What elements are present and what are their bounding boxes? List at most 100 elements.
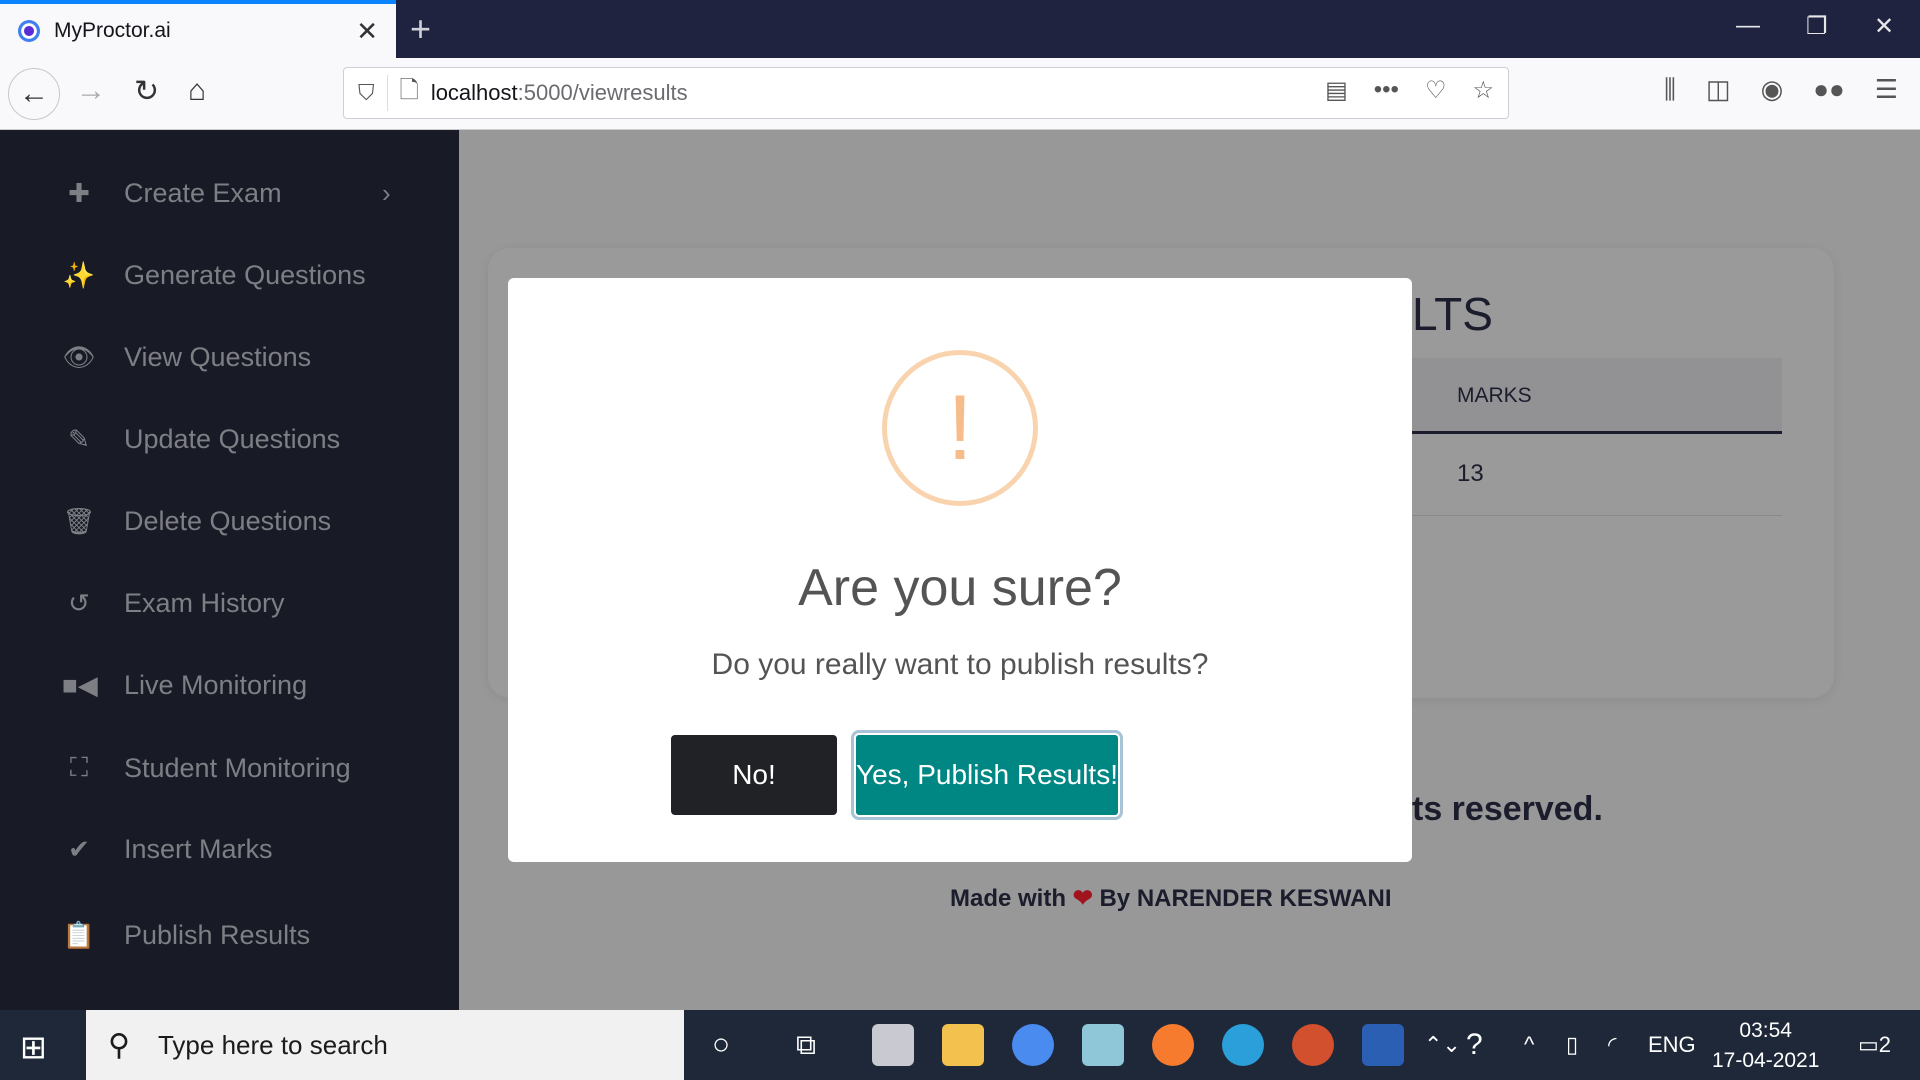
edge-icon[interactable] bbox=[1222, 1024, 1264, 1066]
eye-icon: 👁 bbox=[62, 342, 96, 372]
history-icon: ↺ bbox=[68, 588, 90, 618]
more-actions-icon[interactable]: ••• bbox=[1374, 76, 1399, 105]
sidebar-item-label: Generate Questions bbox=[124, 260, 366, 290]
windows-start-icon[interactable]: ⊞ bbox=[20, 1028, 47, 1066]
menu-icon[interactable]: ☰ bbox=[1875, 74, 1898, 106]
cortana-icon[interactable]: ○ bbox=[712, 1010, 730, 1080]
sidebar-toggle-icon[interactable]: ◫ bbox=[1706, 74, 1731, 106]
page-icon: 🗋 bbox=[399, 76, 419, 104]
new-tab-button[interactable]: + bbox=[410, 8, 431, 50]
close-tab-icon[interactable]: ✕ bbox=[356, 16, 378, 47]
spell-check-icon: ✔ bbox=[68, 834, 90, 864]
credit-prefix: Made with bbox=[950, 885, 1067, 912]
chevron-right-icon: › bbox=[382, 178, 391, 208]
microphone-icon[interactable]: ▯ bbox=[1566, 1010, 1578, 1080]
sidebar-item-generate-questions[interactable]: ✨ Generate Questions bbox=[62, 260, 366, 291]
table-header: MARKS bbox=[1412, 358, 1782, 434]
browser-tab[interactable]: MyProctor.ai ✕ bbox=[0, 0, 396, 58]
sidebar-item-exam-history[interactable]: ↺ Exam History bbox=[62, 588, 285, 619]
wifi-icon[interactable]: ◜ bbox=[1608, 1010, 1617, 1080]
notifications-icon[interactable]: ▭ 2 bbox=[1858, 1010, 1891, 1080]
taskbar-search[interactable]: ⚲ Type here to search bbox=[86, 1010, 684, 1080]
restore-icon[interactable]: ❐ bbox=[1806, 12, 1828, 41]
scroll-up-down-icon[interactable]: ⌃⌄ bbox=[1424, 1010, 1461, 1080]
search-icon: ⚲ bbox=[108, 1028, 130, 1062]
dialog-text: Do you really want to publish results? bbox=[711, 648, 1209, 681]
extension-icon[interactable]: ●● bbox=[1813, 74, 1844, 106]
reader-view-icon[interactable]: ▤ bbox=[1325, 76, 1348, 105]
firefox-icon[interactable] bbox=[1152, 1024, 1194, 1066]
sidebar-item-label: Insert Marks bbox=[124, 834, 273, 864]
toolbar-right: ⫼ ◫ ◉ ●● ☰ bbox=[1664, 74, 1920, 106]
sidebar-item-label: Update Questions bbox=[124, 424, 341, 454]
search-placeholder: Type here to search bbox=[157, 1029, 388, 1060]
footer-rights: ts reserved. bbox=[1412, 790, 1603, 828]
browser-navbar: ← → ↻ ⌂ ⛉ 🗋 localhost:5000/viewresults ▤… bbox=[0, 58, 1920, 130]
binoculars-icon: ⛶ bbox=[69, 752, 89, 782]
sidebar-item-update-questions[interactable]: ✎ Update Questions bbox=[62, 424, 340, 455]
sidebar-item-delete-questions[interactable]: 🗑 Delete Questions bbox=[62, 506, 331, 537]
snipping-tool-icon[interactable] bbox=[872, 1024, 914, 1066]
home-button[interactable]: ⌂ bbox=[188, 74, 206, 108]
library-icon[interactable]: ⫼ bbox=[1664, 74, 1676, 106]
sidebar-item-label: Student Monitoring bbox=[124, 752, 351, 783]
back-button[interactable]: ← bbox=[8, 68, 60, 120]
favicon-icon bbox=[18, 20, 40, 42]
confirm-publish-button[interactable]: Yes, Publish Results! bbox=[854, 733, 1120, 817]
url-bar[interactable]: ⛉ 🗋 localhost:5000/viewresults ▤ ••• ♡ ☆ bbox=[343, 67, 1509, 119]
warning-icon: ! bbox=[882, 350, 1038, 506]
task-view-icon[interactable]: ⧉ bbox=[796, 1010, 816, 1080]
trash-icon: 🗑 bbox=[62, 506, 96, 536]
heart-icon: ❤ bbox=[1072, 885, 1093, 912]
word-icon[interactable] bbox=[1362, 1024, 1404, 1066]
powerpoint-icon[interactable] bbox=[1292, 1024, 1334, 1066]
column-header-marks: MARKS bbox=[1457, 384, 1532, 407]
table-row: 13 bbox=[1412, 436, 1782, 516]
forward-button[interactable]: → bbox=[76, 74, 106, 108]
credit-author: By NARENDER KESWANI bbox=[1099, 885, 1392, 912]
footer-credit: Made with ❤ By NARENDER KESWANI bbox=[950, 884, 1392, 913]
sidebar-item-label: Create Exam bbox=[124, 178, 282, 208]
minimize-icon[interactable]: — bbox=[1736, 12, 1760, 40]
notification-count: 2 bbox=[1878, 1032, 1892, 1057]
account-icon[interactable]: ◉ bbox=[1761, 74, 1784, 106]
sidebar-item-label: View Questions bbox=[124, 342, 312, 372]
sidebar-item-label: Live Monitoring bbox=[124, 670, 308, 700]
language-indicator[interactable]: ENG bbox=[1648, 1010, 1696, 1080]
sidebar-item-publish-results[interactable]: 📋 Publish Results bbox=[62, 920, 310, 951]
page-title: LTS bbox=[1412, 288, 1493, 340]
show-hidden-icons[interactable]: ^ bbox=[1524, 1010, 1534, 1080]
help-icon[interactable]: ? bbox=[1466, 1010, 1483, 1080]
bookmark-star-icon[interactable]: ☆ bbox=[1472, 76, 1494, 105]
sidebar-item-student-monitoring[interactable]: ⛶ Student Monitoring bbox=[62, 752, 351, 784]
video-camera-icon: ■◀ bbox=[62, 670, 98, 700]
url-path: :5000/viewresults bbox=[517, 80, 688, 105]
sidebar-item-insert-marks[interactable]: ✔ Insert Marks bbox=[62, 834, 273, 865]
reload-button[interactable]: ↻ bbox=[134, 74, 159, 109]
sidebar-item-label: Delete Questions bbox=[124, 506, 332, 536]
sidebar-item-label: Publish Results bbox=[124, 920, 311, 950]
url-text[interactable]: localhost:5000/viewresults bbox=[431, 80, 688, 106]
close-window-icon[interactable]: ✕ bbox=[1874, 12, 1894, 41]
clock[interactable]: 03:54 17-04-2021 bbox=[1712, 1016, 1819, 1076]
chrome-icon[interactable] bbox=[1012, 1024, 1054, 1066]
sidebar-item-view-questions[interactable]: 👁 View Questions bbox=[62, 342, 311, 373]
confirm-dialog: ! Are you sure? Do you really want to pu… bbox=[508, 278, 1412, 862]
edit-icon: ✎ bbox=[68, 424, 90, 454]
pocket-icon[interactable]: ♡ bbox=[1425, 76, 1447, 105]
plus-icon: ✚ bbox=[68, 178, 90, 208]
sidebar-item-label: Exam History bbox=[124, 588, 285, 618]
clock-date: 17-04-2021 bbox=[1712, 1049, 1820, 1072]
marks-cell: 13 bbox=[1457, 460, 1484, 487]
sidebar: ✚ Create Exam › ✨ Generate Questions 👁 V… bbox=[0, 130, 459, 1010]
notepad-icon[interactable] bbox=[1082, 1024, 1124, 1066]
magic-wand-icon: ✨ bbox=[62, 260, 96, 290]
shield-icon[interactable]: ⛉ bbox=[358, 80, 375, 106]
file-explorer-icon[interactable] bbox=[942, 1024, 984, 1066]
dialog-title: Are you sure? bbox=[798, 559, 1122, 617]
browser-titlebar: MyProctor.ai ✕ + — ❐ ✕ bbox=[0, 0, 1920, 58]
sidebar-item-create-exam[interactable]: ✚ Create Exam › bbox=[62, 178, 391, 209]
taskbar: ⊞ ⚲ Type here to search ○ ⧉ ⌃⌄ ? ^ ▯ ◜ E… bbox=[0, 1010, 1920, 1080]
cancel-button[interactable]: No! bbox=[671, 735, 837, 815]
sidebar-item-live-monitoring[interactable]: ■◀ Live Monitoring bbox=[62, 670, 307, 701]
